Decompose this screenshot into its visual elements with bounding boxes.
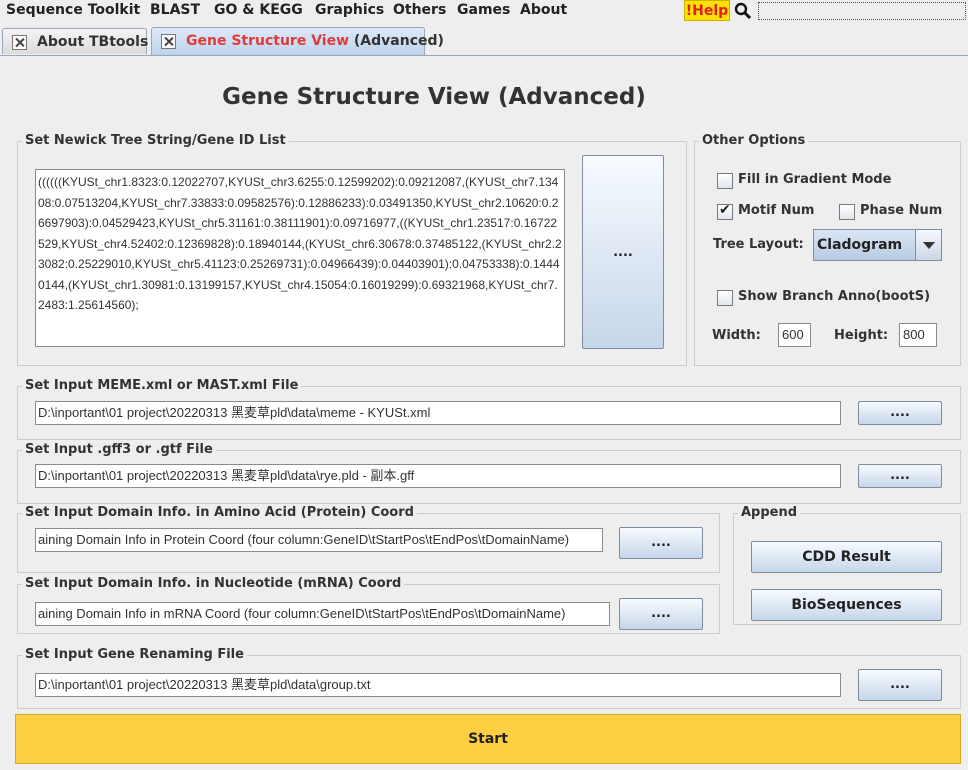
tree-layout-select[interactable]: Cladogram bbox=[813, 229, 942, 261]
domain-protein-browse-button[interactable]: .... bbox=[619, 527, 703, 559]
newick-browse-button[interactable]: .... bbox=[582, 155, 664, 349]
tab-strip: About TBtools Gene Structure View (Advan… bbox=[0, 26, 968, 56]
menu-others[interactable]: Others bbox=[393, 1, 446, 19]
tab-label: About TBtools bbox=[37, 34, 149, 50]
newick-group: Set Newick Tree String/Gene ID List ((((… bbox=[17, 133, 687, 366]
fill-gradient-label: Fill in Gradient Mode bbox=[738, 172, 892, 187]
gff-group: Set Input .gff3 or .gtf File D:\inportan… bbox=[17, 442, 961, 504]
page-title: Gene Structure View (Advanced) bbox=[222, 84, 646, 110]
height-input[interactable]: 800 bbox=[899, 323, 937, 347]
menu-graphics[interactable]: Graphics bbox=[315, 1, 384, 19]
newick-textarea[interactable]: ((((((KYUSt_chr1.8323:0.12022707,KYUSt_c… bbox=[35, 169, 565, 347]
phase-num-label: Phase Num bbox=[860, 203, 943, 218]
domain-protein-input[interactable]: aining Domain Info in Protein Coord (fou… bbox=[35, 528, 603, 552]
meme-file-input[interactable]: D:\inportant\01 project\20220313 黑麦草pld\… bbox=[35, 401, 841, 425]
motif-num-checkbox[interactable] bbox=[717, 202, 733, 220]
magnifier-icon[interactable] bbox=[734, 2, 752, 20]
domain-mrna-group: Set Input Domain Info. in Nucleotide (mR… bbox=[17, 576, 720, 634]
domain-mrna-browse-button[interactable]: .... bbox=[619, 598, 703, 630]
help-button[interactable]: !Help bbox=[684, 0, 730, 21]
chevron-down-icon[interactable] bbox=[915, 230, 941, 260]
tree-layout-label: Tree Layout: bbox=[713, 237, 804, 252]
gff-browse-button[interactable]: .... bbox=[858, 464, 942, 488]
fill-gradient-checkbox[interactable] bbox=[717, 173, 733, 189]
menu-blast[interactable]: BLAST bbox=[150, 1, 200, 19]
other-options-group: Other Options Fill in Gradient Mode Moti… bbox=[694, 133, 961, 366]
phase-num-checkbox[interactable] bbox=[839, 204, 855, 220]
close-icon[interactable] bbox=[12, 35, 27, 50]
rename-group: Set Input Gene Renaming File D:\inportan… bbox=[17, 647, 961, 709]
group-title: Set Input Gene Renaming File bbox=[22, 647, 247, 663]
group-title: Set Input .gff3 or .gtf File bbox=[22, 442, 216, 458]
show-branch-checkbox[interactable] bbox=[717, 290, 733, 306]
append-group: Append CDD Result BioSequences bbox=[733, 505, 961, 625]
group-title: Set Newick Tree String/Gene ID List bbox=[22, 133, 289, 149]
tab-label-main: Gene Structure View bbox=[186, 33, 350, 49]
domain-protein-group: Set Input Domain Info. in Amino Acid (Pr… bbox=[17, 505, 720, 573]
menu-go-kegg[interactable]: GO & KEGG bbox=[214, 1, 303, 19]
group-title: Set Input MEME.xml or MAST.xml File bbox=[22, 378, 302, 394]
group-title: Set Input Domain Info. in Amino Acid (Pr… bbox=[22, 505, 417, 521]
meme-browse-button[interactable]: .... bbox=[858, 401, 942, 425]
height-label: Height: bbox=[834, 328, 889, 343]
menu-about[interactable]: About bbox=[520, 1, 567, 19]
rename-file-input[interactable]: D:\inportant\01 project\20220313 黑麦草pld\… bbox=[35, 673, 841, 697]
menu-sequence-toolkit[interactable]: Sequence Toolkit bbox=[6, 1, 140, 19]
group-title: Append bbox=[738, 505, 801, 521]
close-icon[interactable] bbox=[161, 34, 176, 49]
menu-games[interactable]: Games bbox=[457, 1, 510, 19]
width-input[interactable]: 600 bbox=[778, 323, 811, 347]
tab-about-tbtools[interactable]: About TBtools bbox=[2, 28, 149, 54]
gff-file-input[interactable]: D:\inportant\01 project\20220313 黑麦草pld\… bbox=[35, 464, 841, 488]
tab-gene-structure-view[interactable]: Gene Structure View (Advanced) bbox=[151, 27, 444, 55]
meme-group: Set Input MEME.xml or MAST.xml File D:\i… bbox=[17, 378, 961, 440]
group-title: Set Input Domain Info. in Nucleotide (mR… bbox=[22, 576, 405, 592]
menu-bar: Sequence Toolkit BLAST GO & KEGG Graphic… bbox=[0, 0, 968, 22]
menu-search-field[interactable] bbox=[758, 2, 966, 20]
group-title: Other Options bbox=[699, 133, 809, 149]
motif-num-label: Motif Num bbox=[738, 203, 815, 218]
start-button[interactable]: Start bbox=[15, 714, 961, 764]
domain-mrna-input[interactable]: aining Domain Info in mRNA Coord (four c… bbox=[35, 602, 610, 626]
tab-label: Gene Structure View (Advanced) bbox=[186, 33, 444, 49]
cdd-result-button[interactable]: CDD Result bbox=[751, 541, 942, 573]
rename-browse-button[interactable]: .... bbox=[858, 669, 942, 701]
width-label: Width: bbox=[712, 328, 761, 343]
biosequences-button[interactable]: BioSequences bbox=[751, 589, 942, 621]
tab-label-suffix: (Advanced) bbox=[349, 33, 444, 49]
show-branch-label: Show Branch Anno(bootS) bbox=[738, 289, 931, 304]
tree-layout-value: Cladogram bbox=[817, 237, 903, 253]
